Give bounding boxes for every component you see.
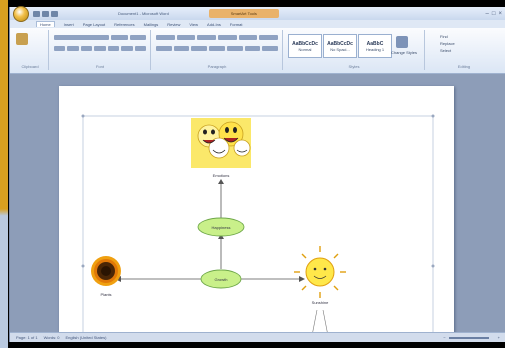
save-icon[interactable]: [33, 10, 40, 17]
frame-handle[interactable]: [431, 264, 435, 268]
status-bar: Page: 1 of 1 Words: 0 English (United St…: [10, 332, 505, 342]
status-words[interactable]: Words: 0: [44, 335, 60, 340]
zoom-control: − +: [437, 335, 500, 340]
close-icon[interactable]: ×: [498, 11, 502, 17]
change-styles-label[interactable]: Change Styles: [390, 50, 418, 55]
style-no-spacing-label: No Spaci...: [330, 46, 350, 52]
node-label-plants: Plants: [100, 292, 111, 297]
tab-add-ins[interactable]: Add-Ins: [207, 22, 221, 27]
group-label-clipboard: Clipboard: [21, 64, 39, 69]
style-heading-1-label: Heading 1: [365, 46, 385, 52]
ribbon-tabs: Home Insert Page Layout References Maili…: [10, 20, 505, 28]
frame-handle[interactable]: [81, 264, 85, 268]
quick-access-toolbar: [33, 10, 58, 17]
word-window: Document1 - Microsoft Word SmartArt Tool…: [9, 5, 505, 342]
maximize-icon[interactable]: □: [492, 11, 496, 17]
group-label-editing: Editing: [457, 64, 471, 69]
style-normal[interactable]: AaBbCcDc Normal: [288, 34, 322, 58]
tab-insert[interactable]: Insert: [64, 22, 74, 27]
group-styles: AaBbCcDc Normal AaBbCcDc No Spaci... AaB…: [284, 30, 425, 70]
tab-references[interactable]: References: [114, 22, 134, 27]
style-heading-1[interactable]: AaBbC Heading 1: [358, 34, 392, 58]
window-title: Document1 - Microsoft Word: [118, 11, 169, 16]
redo-icon[interactable]: [51, 10, 58, 17]
group-font: Font: [50, 30, 151, 70]
arrowhead: [299, 276, 305, 282]
group-label-font: Font: [95, 64, 104, 69]
status-page[interactable]: Page: 1 of 1: [16, 335, 38, 340]
node-label-emotions: Emotions: [213, 173, 230, 178]
paste-icon[interactable]: [16, 33, 28, 45]
arrowhead: [218, 179, 224, 184]
style-normal-label: Normal: [298, 46, 312, 52]
document-page[interactable]: Emotions Happiness Growth Plants Sunshin…: [59, 86, 454, 333]
replace-button[interactable]: Replace: [440, 40, 455, 47]
alignment-row[interactable]: [156, 46, 279, 51]
context-tab-title: SmartArt Tools: [208, 9, 279, 18]
node-label-growth: Growth: [215, 277, 228, 282]
zoom-in-icon[interactable]: +: [498, 335, 500, 340]
font-name-row[interactable]: [54, 35, 146, 40]
emoticons-picture[interactable]: [191, 118, 251, 168]
smartart-diagram[interactable]: Emotions Happiness Growth Plants Sunshin…: [59, 86, 454, 333]
tab-home[interactable]: Home: [36, 21, 55, 27]
sun-ray-line: [322, 309, 328, 333]
change-styles-icon[interactable]: [396, 36, 408, 48]
tab-page-layout[interactable]: Page Layout: [83, 22, 105, 27]
sunflower-picture[interactable]: [91, 256, 121, 286]
group-clipboard: Clipboard: [12, 30, 49, 70]
undo-icon[interactable]: [42, 10, 49, 17]
node-label-happiness: Happiness: [212, 225, 231, 230]
node-label-sunshine: Sunshine: [312, 300, 329, 305]
font-format-row[interactable]: [54, 46, 146, 51]
list-buttons-row[interactable]: [156, 35, 279, 40]
tab-review[interactable]: Review: [167, 22, 180, 27]
tab-format[interactable]: Format: [230, 22, 243, 27]
group-paragraph: Paragraph: [152, 30, 283, 70]
diagram-frame: [82, 115, 434, 333]
style-no-spacing[interactable]: AaBbCcDc No Spaci...: [323, 34, 357, 58]
status-language[interactable]: English (United States): [66, 335, 107, 340]
editing-list: Find Replace Select: [440, 33, 455, 54]
minimize-icon[interactable]: –: [486, 11, 489, 17]
sun-ray-line: [312, 309, 318, 333]
zoom-out-icon[interactable]: −: [443, 335, 445, 340]
tab-view[interactable]: View: [189, 22, 198, 27]
document-area: Emotions Happiness Growth Plants Sunshin…: [10, 74, 505, 333]
sun-picture[interactable]: [294, 246, 346, 298]
ribbon: Clipboard Font Paragraph AaBbCcDc Normal…: [10, 28, 505, 74]
select-button[interactable]: Select: [440, 47, 455, 54]
title-bar: Document1 - Microsoft Word SmartArt Tool…: [10, 5, 505, 22]
find-button[interactable]: Find: [440, 33, 455, 40]
frame-handle[interactable]: [81, 114, 85, 118]
tab-mailings[interactable]: Mailings: [144, 22, 159, 27]
frame-handle[interactable]: [431, 114, 435, 118]
zoom-slider[interactable]: [448, 336, 489, 339]
group-editing: Find Replace Select Editing: [426, 30, 502, 70]
group-label-styles: Styles: [348, 64, 360, 69]
group-label-paragraph: Paragraph: [207, 64, 227, 69]
background-window-edge: [0, 0, 8, 348]
window-controls: – □ ×: [486, 11, 502, 17]
